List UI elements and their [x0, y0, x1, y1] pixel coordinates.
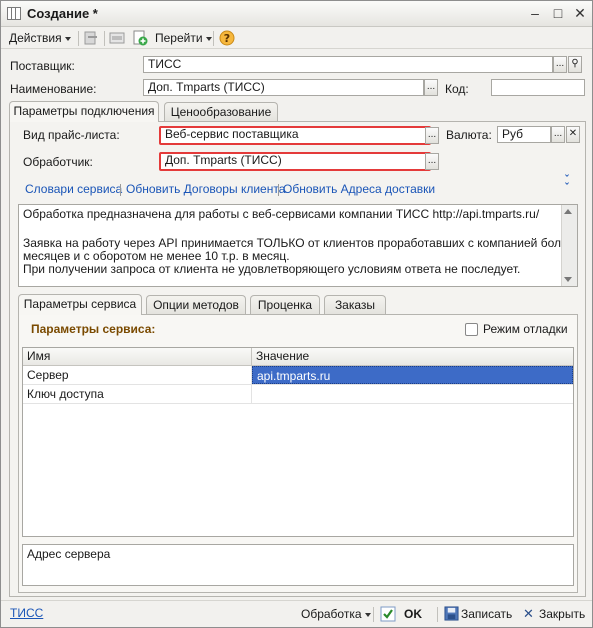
save-label: Записать: [461, 607, 513, 621]
param-name-cell[interactable]: Ключ доступа: [23, 385, 252, 403]
close-button[interactable]: ✕ Закрыть: [523, 605, 587, 623]
close-icon: ✕: [523, 606, 534, 621]
double-chevron-down-icon[interactable]: ˇˇ: [565, 175, 569, 194]
structure-icon[interactable]: [109, 30, 125, 46]
description-scrollbar[interactable]: [561, 205, 577, 286]
hint-text: Адрес сервера: [27, 547, 111, 561]
save-to-list-icon[interactable]: [83, 30, 99, 46]
code-label: Код:: [445, 82, 469, 96]
param-name-cell[interactable]: Сервер: [23, 366, 252, 384]
minimize-icon[interactable]: –: [526, 5, 544, 23]
goto-label: Перейти: [155, 31, 203, 45]
checkmark-icon: [380, 606, 396, 622]
param-value-cell[interactable]: [252, 385, 573, 403]
currency-label: Валюта:: [446, 128, 492, 142]
tab-service-params[interactable]: Параметры сервиса: [18, 294, 142, 315]
window-title: Создание *: [27, 6, 98, 21]
handler-select-button[interactable]: ...: [425, 153, 439, 170]
supplier-label: Поставщик:: [10, 59, 75, 73]
clear-icon[interactable]: ✕: [566, 126, 580, 143]
handler-field[interactable]: Доп. Tmparts (ТИСС): [159, 152, 431, 171]
supplier-select-button[interactable]: ...: [553, 56, 567, 73]
service-dictionaries-link[interactable]: Словари сервиса: [25, 182, 122, 196]
pricelist-type-label: Вид прайс-листа:: [23, 128, 120, 142]
hint-box: Адрес сервера: [22, 544, 574, 586]
maximize-icon[interactable]: □: [549, 5, 567, 23]
link-divider: [278, 184, 279, 196]
toolbar-divider: [78, 31, 79, 46]
service-params-panel: Параметры сервиса: Режим отладки Имя Зна…: [18, 314, 578, 593]
supplier-link[interactable]: ТИСС: [10, 606, 43, 620]
section-title: Параметры сервиса:: [31, 322, 156, 336]
toolbar-divider: [437, 607, 438, 622]
processing-label: Обработка: [301, 607, 362, 621]
add-icon[interactable]: [132, 30, 148, 46]
close-label: Закрыть: [539, 607, 586, 621]
table-row[interactable]: Ключ доступа: [23, 385, 573, 404]
currency-select-button[interactable]: ...: [551, 126, 565, 143]
tab-orders[interactable]: Заказы: [324, 295, 386, 315]
update-delivery-addresses-link[interactable]: Обновить Адреса доставки: [283, 182, 435, 196]
bottom-bar: ТИСС Обработка OK Записать ✕ Закрыть: [1, 600, 592, 627]
help-icon[interactable]: ?: [219, 30, 235, 46]
actions-menu[interactable]: Действия: [9, 29, 71, 47]
window: Создание * – □ ✕ Действия Перейти ? Пост…: [0, 0, 593, 628]
debug-mode-checkbox[interactable]: [465, 323, 478, 336]
chevron-down-icon: [364, 612, 371, 617]
close-icon[interactable]: ✕: [571, 5, 589, 23]
floppy-disk-icon: [444, 606, 459, 621]
chevron-down-icon: [205, 36, 212, 41]
scroll-up-icon[interactable]: [564, 209, 572, 214]
name-field[interactable]: Доп. Tmparts (ТИСС): [143, 79, 424, 96]
name-select-button[interactable]: ...: [424, 79, 438, 96]
description-textarea[interactable]: Обработка предназначена для работы с веб…: [18, 204, 578, 287]
tab-pricing[interactable]: Ценообразование: [164, 102, 278, 122]
params-table: Имя Значение Сервер api.tmparts.ru Ключ …: [22, 347, 574, 537]
tab-pricing-check[interactable]: Проценка: [250, 295, 320, 315]
update-client-contracts-link[interactable]: Обновить Договоры клиента: [126, 182, 285, 196]
form-icon: [7, 7, 21, 20]
column-value-header[interactable]: Значение: [252, 348, 573, 365]
toolbar-divider: [213, 31, 214, 46]
toolbar-divider: [373, 607, 374, 622]
table-header: Имя Значение: [23, 348, 573, 366]
tab-method-options[interactable]: Опции методов: [146, 295, 246, 315]
name-label: Наименование:: [10, 82, 97, 96]
toolbar-divider: [104, 31, 105, 46]
currency-field[interactable]: Руб: [497, 126, 551, 143]
table-row[interactable]: Сервер api.tmparts.ru: [23, 366, 573, 385]
pricelist-type-field[interactable]: Веб-сервис поставщика: [159, 126, 431, 145]
scroll-down-icon[interactable]: [564, 277, 572, 282]
toolbar: Действия Перейти ?: [1, 27, 592, 49]
pricelist-type-select-button[interactable]: ...: [425, 127, 439, 144]
ok-label: OK: [404, 607, 422, 621]
connection-params-panel: Вид прайс-листа: Веб-сервис поставщика .…: [9, 121, 586, 597]
column-name-header[interactable]: Имя: [23, 348, 252, 365]
save-button[interactable]: Записать: [444, 605, 512, 623]
description-line: [19, 221, 577, 234]
description-line: Обработка предназначена для работы с веб…: [23, 207, 540, 221]
tab-connection-params[interactable]: Параметры подключения: [9, 101, 159, 122]
goto-menu[interactable]: Перейти: [155, 29, 212, 47]
search-icon[interactable]: ⚲: [568, 56, 582, 73]
link-divider: [120, 184, 121, 196]
description-line: При получении запроса от клиента не удов…: [23, 262, 521, 276]
chevron-down-icon: [64, 36, 71, 41]
svg-text:?: ?: [224, 32, 230, 45]
debug-mode-label: Режим отладки: [483, 322, 568, 336]
processing-menu[interactable]: Обработка: [301, 605, 371, 623]
handler-label: Обработчик:: [23, 155, 93, 169]
title-bar: Создание * – □ ✕: [1, 1, 592, 27]
code-field[interactable]: [491, 79, 585, 96]
supplier-field[interactable]: ТИСС: [143, 56, 553, 73]
param-value-cell[interactable]: api.tmparts.ru: [252, 366, 573, 384]
actions-label: Действия: [9, 31, 62, 45]
